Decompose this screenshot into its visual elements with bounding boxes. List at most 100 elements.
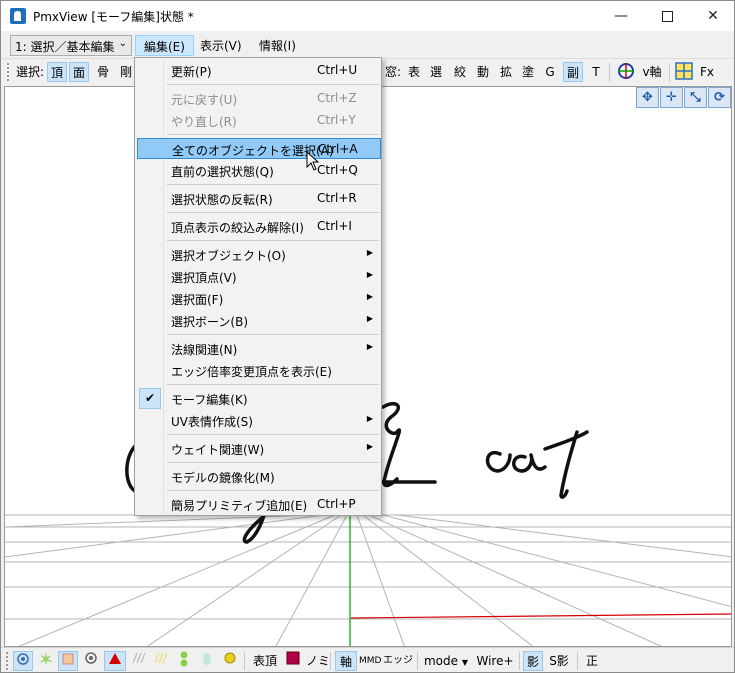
zoom-icon[interactable]: ⤡ (684, 87, 707, 108)
menu-item[interactable]: 元に戻す(U) Ctrl+Z (137, 88, 381, 109)
menu-item-label: 選択面(F) (171, 293, 224, 307)
face-display-icon[interactable] (58, 651, 78, 671)
toolbar-grip[interactable] (7, 63, 10, 81)
chevron-down-icon: ⌄ (118, 38, 127, 49)
point-icon[interactable] (81, 651, 101, 671)
menu-item-shortcut: Ctrl+P (317, 497, 356, 511)
menu-item-shortcut: Ctrl+A (318, 142, 358, 156)
menu-item-label: 直前の選択状態(Q) (171, 165, 274, 179)
win-g-button[interactable]: G (542, 62, 558, 82)
menu-item-label: 更新(P) (171, 65, 212, 79)
menu-item[interactable]: モデルの鏡像化(M) (137, 466, 381, 487)
menu-item[interactable]: 選択頂点(V) ▶ (137, 266, 381, 287)
menu-item-label: エッジ倍率変更頂点を表示(E) (171, 365, 332, 379)
select-rigid-button[interactable]: 剛 (116, 62, 136, 82)
mode-select[interactable]: 1: 選択／基本編集 ⌄ (10, 35, 132, 56)
menu-item-shortcut: Ctrl+R (317, 191, 357, 205)
menu-item-shortcut: Ctrl+Y (317, 113, 356, 127)
menu-item[interactable]: やり直し(R) Ctrl+Y (137, 110, 381, 131)
front-view-button[interactable]: 正 (582, 651, 602, 671)
pan-icon[interactable]: ✥ (636, 87, 659, 108)
grid-color-icon[interactable] (674, 62, 694, 82)
menu-separator (167, 434, 379, 435)
color-swatch-icon[interactable] (284, 651, 302, 671)
menu-item-label: 法線関連(N) (171, 343, 238, 357)
hatch-icon[interactable] (129, 651, 149, 671)
fx-button[interactable]: Fx (698, 62, 716, 82)
menu-info[interactable]: 情報(I) (251, 35, 304, 56)
menu-item-label: 元に戻す(U) (171, 93, 238, 107)
nomi-label[interactable]: ノミ (306, 651, 330, 671)
floor-grid (5, 514, 731, 646)
menu-item[interactable]: 頂点表示の絞込み解除(I) Ctrl+I (137, 216, 381, 237)
vertex-display-icon[interactable] (13, 651, 33, 671)
menu-separator (167, 212, 379, 213)
move-icon[interactable]: ✛ (660, 87, 683, 108)
minimize-button[interactable]: — (598, 1, 644, 31)
triangle-icon[interactable] (104, 651, 126, 671)
statusbar-grip[interactable] (6, 652, 9, 670)
menu-edit[interactable]: 編集(E) (135, 35, 194, 56)
menu-item[interactable]: 更新(P) Ctrl+U (137, 60, 381, 81)
mode-label: mode (423, 654, 459, 668)
status-bar: 表頂 ノミ 軸 MMD エッジ mode ▼ Wire+ 影 S影 正 (1, 647, 734, 672)
win-paint-button[interactable]: 塗 (519, 62, 537, 82)
axis-toggle[interactable]: 軸 (335, 651, 357, 671)
win-scale-button[interactable]: 拡 (497, 62, 515, 82)
menu-item[interactable]: ✔ モーフ編集(K) (137, 388, 381, 409)
rotate-icon[interactable]: ⟳ (708, 87, 731, 108)
menu-item-label: ウェイト関連(W) (171, 443, 265, 457)
checkmark-icon: ✔ (139, 388, 161, 409)
x-axis-line (350, 613, 731, 619)
menu-item[interactable]: 法線関連(N) ▶ (137, 338, 381, 359)
menu-item-label: 選択ボーン(B) (171, 315, 248, 329)
select-bone-button[interactable]: 骨 (93, 62, 113, 82)
win-select-button[interactable]: 選 (427, 62, 445, 82)
menu-separator (167, 240, 379, 241)
win-filter-button[interactable]: 絞 (451, 62, 469, 82)
menu-item[interactable]: ウェイト関連(W) ▶ (137, 438, 381, 459)
shadow-toggle[interactable]: 影 (523, 651, 543, 671)
menu-view[interactable]: 表示(V) (192, 35, 250, 56)
menu-item[interactable]: エッジ倍率変更頂点を表示(E) (137, 360, 381, 381)
spark-icon[interactable] (36, 651, 56, 671)
select-vertex-button[interactable]: 頂 (47, 62, 67, 82)
menu-item-label: モーフ編集(K) (171, 393, 248, 407)
edge-toggle[interactable]: エッジ (383, 651, 413, 671)
self-shadow-toggle[interactable]: S影 (546, 651, 572, 671)
maximize-button[interactable] (644, 1, 690, 31)
v-axis-label[interactable]: v軸 (639, 62, 665, 82)
close-button[interactable]: ✕ (690, 1, 734, 31)
menu-item-label: 頂点表示の絞込み解除(I) (171, 221, 304, 235)
axis-target-icon[interactable] (616, 62, 636, 82)
mouse-cursor-icon (306, 151, 320, 171)
menu-item[interactable]: 直前の選択状態(Q) Ctrl+Q (137, 160, 381, 181)
menu-item[interactable]: 簡易プリミティブ追加(E) Ctrl+P (137, 494, 381, 515)
vertex-label[interactable]: 表頂 (251, 651, 279, 671)
menu-item-shortcut: Ctrl+Z (317, 91, 357, 105)
win-move-button[interactable]: 動 (474, 62, 492, 82)
menu-separator (167, 334, 379, 335)
wire-toggle[interactable]: Wire+ (475, 651, 515, 671)
app-icon[interactable] (10, 8, 26, 24)
bone-display-icon[interactable] (174, 651, 194, 671)
win-t-button[interactable]: T (588, 62, 604, 82)
statusbar-separator (519, 652, 520, 670)
mode-dropdown[interactable]: mode ▼ (423, 651, 469, 671)
submenu-arrow-icon: ▶ (366, 270, 373, 279)
menu-item[interactable]: 選択状態の反転(R) Ctrl+R (137, 188, 381, 209)
mmd-toggle[interactable]: MMD (359, 651, 381, 671)
menu-item[interactable]: UV表情作成(S) ▶ (137, 410, 381, 431)
menu-item[interactable]: 選択オブジェクト(O) ▶ (137, 244, 381, 265)
win-table-button[interactable]: 表 (405, 62, 423, 82)
menu-item[interactable]: 全てのオブジェクトを選択(A) Ctrl+A (137, 138, 381, 159)
menu-item[interactable]: 選択面(F) ▶ (137, 288, 381, 309)
menu-item[interactable]: 選択ボーン(B) ▶ (137, 310, 381, 331)
menu-item-label: やり直し(R) (171, 115, 237, 129)
joint-display-icon[interactable] (220, 651, 240, 671)
statusbar-separator (330, 652, 331, 670)
select-face-button[interactable]: 面 (69, 62, 89, 82)
win-sub-button[interactable]: 副 (563, 62, 583, 82)
rigid-display-icon[interactable] (197, 651, 217, 671)
hatch-yellow-icon[interactable] (151, 651, 171, 671)
